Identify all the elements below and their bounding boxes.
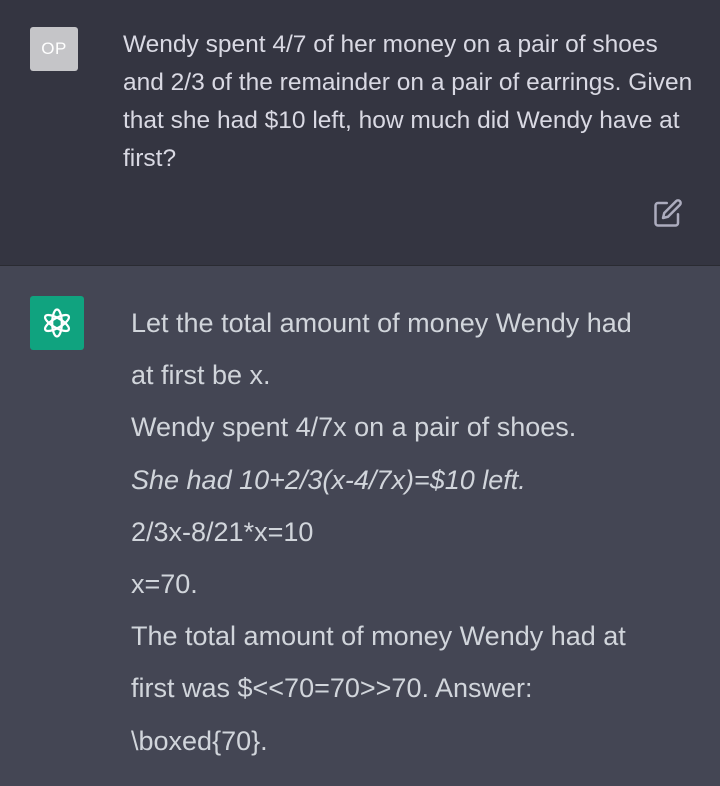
assistant-line: The total amount of money Wendy had at: [131, 621, 626, 652]
user-message-row: OP Wendy spent 4/7 of her money on a pai…: [0, 0, 720, 266]
assistant-line: 2/3x-8/21*x=10: [131, 516, 314, 547]
assistant-line: x=70.: [131, 569, 198, 600]
assistant-line: \boxed{70}.: [131, 725, 268, 756]
assistant-line: first was $<<70=70>>70. Answer:: [131, 673, 533, 704]
assistant-message-text: Let the total amount of money Wendy had …: [131, 297, 706, 767]
assistant-line: Wendy spent 4/7x on a pair of shoes.: [131, 412, 577, 443]
assistant-line: at first be x.: [131, 360, 271, 391]
user-message-text: Wendy spent 4/7 of her money on a pair o…: [123, 31, 693, 172]
assistant-avatar: [30, 296, 84, 350]
edit-message-button[interactable]: [651, 196, 685, 230]
user-avatar: OP: [30, 27, 78, 71]
assistant-line: Let the total amount of money Wendy had: [131, 308, 632, 338]
assistant-line: She had 10+2/3(x-4/7x)=$10 left.: [131, 464, 526, 495]
openai-logo-icon: [43, 308, 71, 338]
edit-icon: [654, 199, 682, 227]
